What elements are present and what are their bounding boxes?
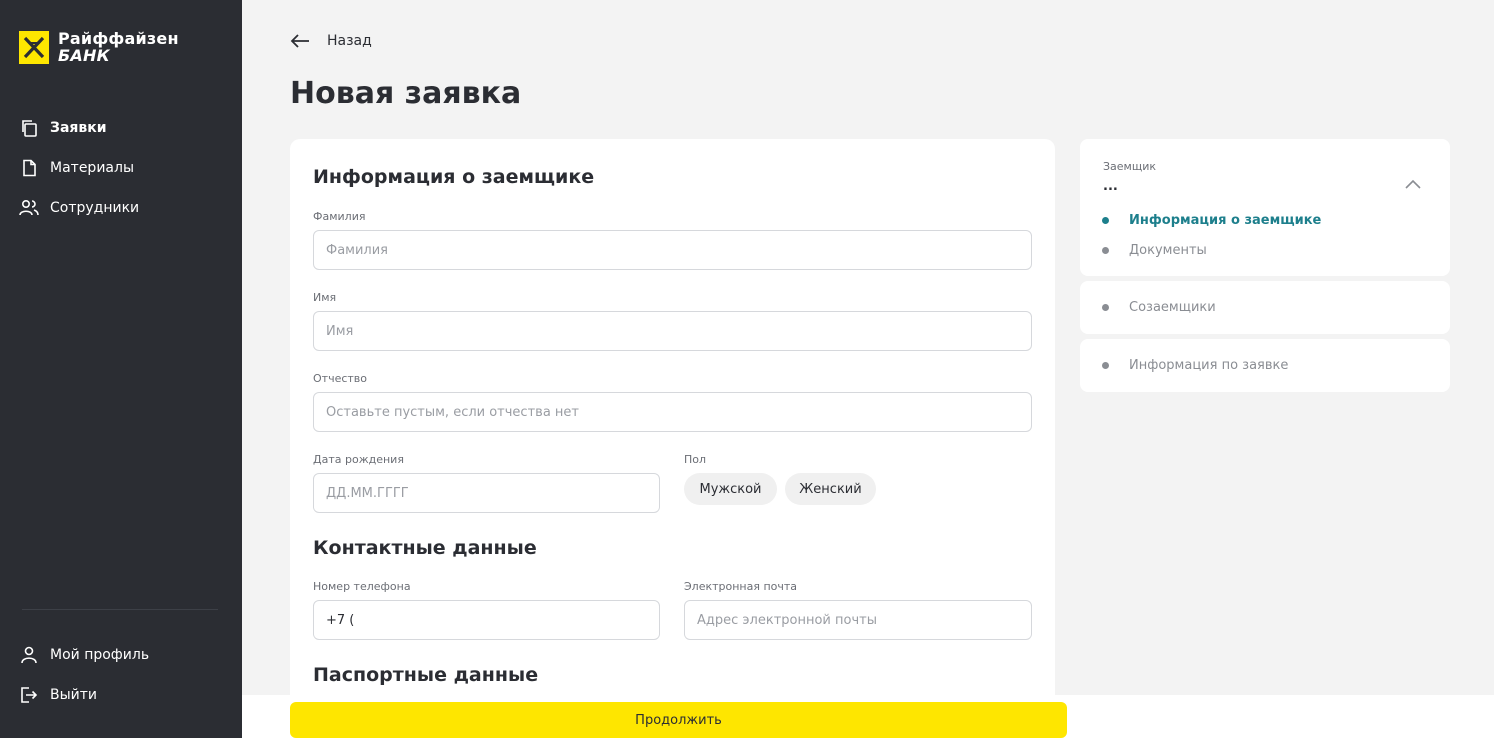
- gender-male-chip[interactable]: Мужской: [684, 473, 777, 505]
- sidebar: Райффайзен БАНК Заявки Материалы Сотрудн…: [0, 0, 242, 738]
- birth-date-label: Дата рождения: [313, 453, 404, 466]
- step-dot-icon: [1102, 304, 1109, 311]
- logout-icon: [19, 685, 39, 705]
- email-input[interactable]: [684, 600, 1032, 640]
- logo-text-line1: Райффайзен: [58, 29, 179, 48]
- sidebar-item-logout[interactable]: Выйти: [0, 675, 242, 715]
- steps-borrower-card: Заемщик ... Информация о заемщике Докуме…: [1080, 139, 1450, 276]
- step-dot-icon: [1102, 217, 1109, 224]
- middle-name-input[interactable]: [313, 392, 1032, 432]
- step-dot-icon: [1102, 362, 1109, 369]
- step-label: Документы: [1129, 243, 1207, 258]
- last-name-label: Фамилия: [313, 210, 366, 223]
- last-name-input[interactable]: [313, 230, 1032, 270]
- sidebar-bottom-nav: Мой профиль Выйти: [0, 635, 242, 715]
- copy-icon: [19, 118, 39, 138]
- birth-date-input[interactable]: [313, 473, 660, 513]
- step-dot-icon: [1102, 247, 1109, 254]
- sidebar-item-profile[interactable]: Мой профиль: [0, 635, 242, 675]
- document-icon: [19, 158, 39, 178]
- logo-text-line2: БАНК: [58, 46, 110, 65]
- middle-name-label: Отчество: [313, 372, 368, 385]
- arrow-left-icon: [290, 30, 312, 52]
- gender-female-chip[interactable]: Женский: [785, 473, 876, 505]
- step-documents[interactable]: Документы: [1102, 243, 1207, 258]
- phone-input[interactable]: [313, 600, 660, 640]
- section-title-borrower: Информация о заемщике: [313, 166, 595, 188]
- step-borrower-info[interactable]: Информация о заемщике: [1102, 213, 1321, 228]
- sidebar-divider: [22, 609, 218, 610]
- sidebar-item-label: Сотрудники: [50, 200, 140, 216]
- sidebar-item-label: Материалы: [50, 160, 134, 176]
- bank-logo[interactable]: Райффайзен БАНК: [19, 30, 179, 64]
- sidebar-item-label: Заявки: [50, 120, 107, 136]
- users-icon: [19, 198, 39, 218]
- phone-label: Номер телефона: [313, 580, 411, 593]
- section-title-contacts: Контактные данные: [313, 537, 537, 559]
- borrower-form-card: Информация о заемщике Фамилия Имя Отчест…: [290, 139, 1055, 719]
- steps-application-info-card: Информация по заявке: [1080, 339, 1450, 392]
- page-title: Новая заявка: [290, 76, 522, 111]
- step-label: Информация о заемщике: [1129, 213, 1322, 228]
- steps-co-borrowers-card: Созаемщики: [1080, 281, 1450, 334]
- sidebar-item-label: Выйти: [50, 687, 98, 703]
- gender-label: Пол: [684, 453, 707, 466]
- email-label: Электронная почта: [684, 580, 798, 593]
- step-application-info[interactable]: Информация по заявке: [1102, 358, 1288, 373]
- sidebar-item-materials[interactable]: Материалы: [0, 148, 242, 188]
- back-link[interactable]: Назад: [290, 30, 372, 52]
- logo-mark-icon: [19, 30, 49, 64]
- sidebar-nav: Заявки Материалы Сотрудники: [0, 108, 242, 228]
- step-label: Информация по заявке: [1129, 358, 1289, 373]
- back-label: Назад: [327, 33, 372, 49]
- step-co-borrowers[interactable]: Созаемщики: [1102, 300, 1216, 315]
- continue-button[interactable]: Продолжить: [290, 702, 1067, 738]
- borrower-step-label: Заемщик: [1103, 160, 1157, 173]
- user-icon: [19, 645, 39, 665]
- sidebar-item-employees[interactable]: Сотрудники: [0, 188, 242, 228]
- step-label: Созаемщики: [1129, 300, 1216, 315]
- first-name-label: Имя: [313, 291, 337, 304]
- sidebar-item-label: Мой профиль: [50, 647, 150, 663]
- sidebar-item-applications[interactable]: Заявки: [0, 108, 242, 148]
- first-name-input[interactable]: [313, 311, 1032, 351]
- borrower-step-value: ...: [1103, 179, 1118, 194]
- chevron-up-icon[interactable]: [1405, 174, 1425, 194]
- section-title-passport: Паспортные данные: [313, 664, 539, 686]
